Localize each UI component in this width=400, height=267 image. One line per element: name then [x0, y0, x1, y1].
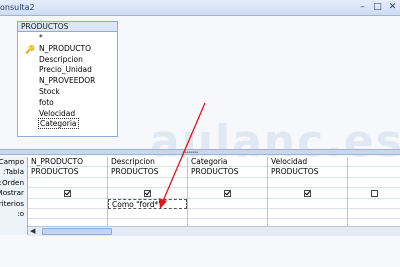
mostrar-checkbox[interactable]: [224, 189, 231, 197]
campo-cell[interactable]: [348, 157, 400, 168]
o-cell[interactable]: [268, 209, 347, 220]
pane-splitter[interactable]: ••••••••: [0, 149, 400, 156]
query-design-pane[interactable]: PRODUCTOS * 🔑 N_PRODUCTO Descripcion Pre…: [0, 16, 400, 167]
splitter-grip-icon: ••••••••: [182, 150, 199, 156]
field-item-n-proveedor[interactable]: N_PROVEEDOR: [18, 76, 117, 87]
mostrar-checkbox[interactable]: [144, 189, 151, 197]
table-name[interactable]: PRODUCTOS: [18, 22, 117, 32]
mostrar-cell[interactable]: [188, 188, 267, 199]
mostrar-cell[interactable]: [348, 188, 400, 199]
scroll-left-icon[interactable]: ◀: [30, 227, 35, 236]
campo-cell[interactable]: Categoria: [188, 157, 267, 168]
scrollbar-thumb[interactable]: [42, 228, 112, 235]
campo-cell[interactable]: N_PRODUCTO: [28, 157, 107, 168]
field-item-descripcion[interactable]: Descripcion: [18, 55, 117, 66]
tabla-cell[interactable]: [348, 167, 400, 178]
bottom-area: [0, 236, 400, 267]
table-field-list[interactable]: PRODUCTOS * 🔑 N_PRODUCTO Descripcion Pre…: [17, 21, 118, 137]
campo-cell[interactable]: Velocidad: [268, 157, 347, 168]
grid-column[interactable]: Categoria PRODUCTOS: [188, 157, 268, 235]
row-label-mostrar: Mostrar:: [0, 188, 24, 198]
grid-column[interactable]: [348, 157, 400, 235]
mostrar-checkbox[interactable]: [64, 189, 71, 197]
mostrar-cell[interactable]: [28, 188, 107, 199]
criterios-cell[interactable]: Como "ford*": [108, 198, 187, 209]
field-item-categoria[interactable]: Categoria: [18, 118, 117, 130]
field-item-stock[interactable]: Stock: [18, 87, 117, 98]
field-item-foto[interactable]: foto: [18, 98, 117, 109]
maximize-icon[interactable]: □: [371, 2, 384, 13]
mostrar-cell[interactable]: [108, 188, 187, 199]
orden-cell[interactable]: [28, 178, 107, 189]
field-item-all[interactable]: *: [18, 33, 117, 44]
o-cell[interactable]: [108, 209, 187, 220]
field-item-precio-unidad[interactable]: Precio_Unidad: [18, 65, 117, 76]
tabla-cell[interactable]: PRODUCTOS: [188, 167, 267, 178]
orden-cell[interactable]: [108, 178, 187, 189]
orden-cell[interactable]: [268, 178, 347, 189]
window-titlebar: onsulta2 – □ ✕: [0, 0, 400, 16]
row-label-criterios: Criterios:: [0, 198, 24, 208]
close-icon[interactable]: ✕: [386, 2, 399, 13]
minimize-icon[interactable]: –: [356, 2, 369, 13]
field-item-n-producto[interactable]: 🔑 N_PRODUCTO: [18, 44, 117, 55]
row-label-o: o:: [17, 208, 24, 218]
o-cell[interactable]: [188, 209, 267, 220]
row-label-campo: Campo:: [0, 157, 24, 166]
row-label-tabla: Tabla:: [3, 167, 24, 177]
mostrar-cell[interactable]: [268, 188, 347, 199]
horizontal-scrollbar[interactable]: ◀: [28, 226, 400, 236]
row-labels: Campo: Tabla: Orden: Mostrar: Criterios:…: [0, 157, 28, 235]
query-grid[interactable]: Campo: Tabla: Orden: Mostrar: Criterios:…: [0, 157, 400, 235]
mostrar-checkbox[interactable]: [304, 189, 311, 197]
criterios-cell[interactable]: [28, 199, 107, 209]
grid-column[interactable]: Velocidad PRODUCTOS: [268, 157, 348, 235]
criterios-cell[interactable]: [268, 199, 347, 209]
o-cell[interactable]: [28, 209, 107, 220]
row-label-orden: Orden:: [0, 177, 24, 187]
tabla-cell[interactable]: PRODUCTOS: [268, 167, 347, 178]
window-title: onsulta2: [0, 3, 35, 12]
field-item-velocidad[interactable]: Velocidad: [18, 109, 117, 120]
grid-column[interactable]: Descripcion PRODUCTOS Como "ford*": [108, 157, 188, 235]
orden-cell[interactable]: [188, 178, 267, 189]
mostrar-checkbox[interactable]: [370, 189, 378, 197]
orden-cell[interactable]: [348, 178, 400, 189]
o-cell[interactable]: [348, 209, 400, 220]
campo-cell[interactable]: Descripcion: [108, 157, 187, 168]
criterios-cell[interactable]: [188, 199, 267, 209]
criterios-cell[interactable]: [348, 199, 400, 209]
tabla-cell[interactable]: PRODUCTOS: [108, 167, 187, 178]
grid-column[interactable]: N_PRODUCTO PRODUCTOS: [28, 157, 108, 235]
tabla-cell[interactable]: PRODUCTOS: [28, 167, 107, 178]
